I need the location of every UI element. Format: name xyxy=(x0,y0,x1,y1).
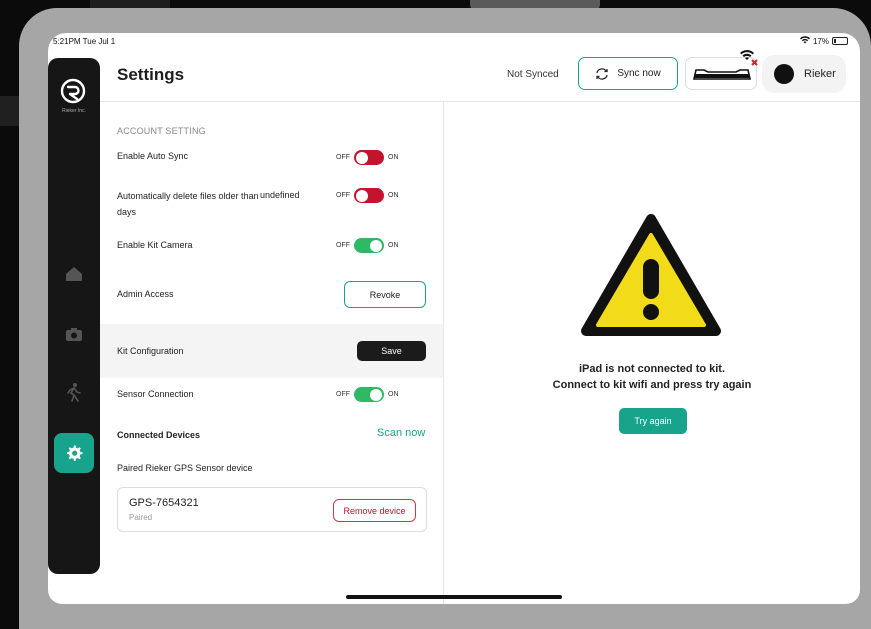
device-card: GPS-7654321 Paired Remove device xyxy=(117,487,427,532)
connection-message-line2: Connect to kit wifi and press try again xyxy=(552,379,752,391)
kit-configuration-label: Kit Configuration xyxy=(117,346,184,356)
home-indicator xyxy=(346,595,562,599)
sidebar: Rieker Inc. xyxy=(48,58,100,574)
auto-delete-label-line1: Automatically delete files older than xyxy=(117,191,259,201)
walking-person-icon xyxy=(67,383,81,402)
sidebar-item-activity[interactable] xyxy=(54,372,94,412)
admin-access-label: Admin Access xyxy=(117,289,174,299)
avatar xyxy=(774,64,794,84)
camera-icon xyxy=(66,327,82,341)
panel-divider xyxy=(443,102,444,604)
sidebar-item-home[interactable] xyxy=(54,254,94,294)
auto-delete-toggle[interactable] xyxy=(354,188,384,203)
sensor-connection-toggle-group: OFF ON xyxy=(336,387,399,402)
connected-devices-label: Connected Devices xyxy=(117,430,201,440)
scan-now-link[interactable]: Scan now xyxy=(377,427,425,439)
toggle-off-label: OFF xyxy=(336,391,350,398)
sync-icon xyxy=(596,67,608,80)
toggle-off-label: OFF xyxy=(336,242,350,249)
sensor-connection-toggle[interactable] xyxy=(354,387,384,402)
logo-text: Rieker Inc. xyxy=(62,108,86,114)
toggle-on-label: ON xyxy=(388,154,399,161)
sidebar-item-camera[interactable] xyxy=(54,314,94,354)
sidebar-item-settings[interactable] xyxy=(54,433,94,473)
section-title: ACCOUNT SETTING xyxy=(117,126,206,136)
device-status: Paired xyxy=(129,513,153,522)
page-title: Settings xyxy=(117,65,185,84)
wifi-icon xyxy=(799,36,810,46)
auto-sync-toggle[interactable] xyxy=(354,150,384,165)
status-bar: 5:21PM Tue Jul 1 17% xyxy=(48,33,860,49)
paired-device-heading: Paired Rieker GPS Sensor device xyxy=(117,463,253,473)
remove-device-button[interactable]: Remove device xyxy=(333,499,416,522)
device-name: GPS-7654321 xyxy=(129,497,199,509)
settings-panel: ACCOUNT SETTING Enable Auto Sync OFF ON … xyxy=(100,102,443,604)
sync-now-label: Sync now xyxy=(617,68,661,79)
app-screen: 5:21PM Tue Jul 1 17% Rieker Inc. Setting… xyxy=(48,33,860,604)
status-time: 5:21PM Tue Jul 1 xyxy=(53,37,116,46)
warning-icon xyxy=(580,213,722,339)
kit-camera-toggle[interactable] xyxy=(354,238,384,253)
toggle-off-label: OFF xyxy=(336,192,350,199)
auto-sync-toggle-group: OFF ON xyxy=(336,150,399,165)
toggle-on-label: ON xyxy=(388,391,399,398)
kit-camera-toggle-group: OFF ON xyxy=(336,238,399,253)
connection-message-line1: iPad is not connected to kit. xyxy=(578,363,726,375)
auto-sync-label: Enable Auto Sync xyxy=(117,151,189,161)
rieker-logo-icon xyxy=(60,78,86,104)
user-name: Rieker xyxy=(804,68,836,80)
revoke-button[interactable]: Revoke xyxy=(344,281,426,308)
user-profile-button[interactable]: Rieker xyxy=(762,55,846,93)
gear-icon xyxy=(67,445,83,461)
auto-delete-label-line2: days xyxy=(117,207,137,217)
battery-percent: 17% xyxy=(812,36,829,46)
battery-icon xyxy=(832,37,848,45)
auto-delete-toggle-group: OFF ON xyxy=(336,188,399,203)
try-again-button[interactable]: Try again xyxy=(619,408,687,434)
wifi-disconnected-icon xyxy=(738,49,760,72)
toggle-on-label: ON xyxy=(388,242,399,249)
kit-camera-label: Enable Kit Camera xyxy=(117,240,193,250)
toggle-off-label: OFF xyxy=(336,154,350,161)
sync-now-button[interactable]: Sync now xyxy=(578,57,678,90)
sync-status-text: Not Synced xyxy=(507,69,559,80)
auto-delete-days-value[interactable]: undefined xyxy=(260,190,300,200)
home-icon xyxy=(66,267,82,281)
save-button[interactable]: Save xyxy=(357,341,426,361)
auto-delete-label: Automatically delete files older than da… xyxy=(117,188,259,220)
toggle-on-label: ON xyxy=(388,192,399,199)
sensor-connection-label: Sensor Connection xyxy=(117,389,194,399)
